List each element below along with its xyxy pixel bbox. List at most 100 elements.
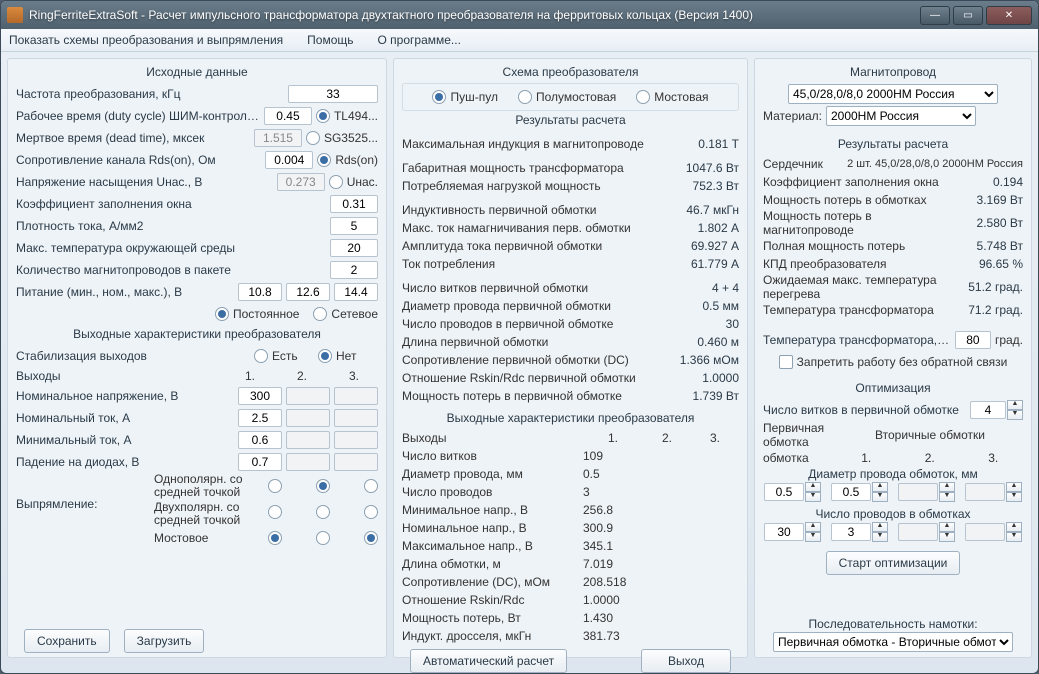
dc-radio[interactable]	[215, 307, 229, 321]
rect1-o2[interactable]	[316, 479, 330, 493]
save-button[interactable]: Сохранить	[24, 629, 110, 653]
dead-input	[254, 129, 302, 147]
pmax-input[interactable]	[334, 283, 378, 301]
temp-input[interactable]	[330, 239, 378, 257]
auto-calc-button[interactable]: Автоматический расчет	[410, 649, 567, 673]
core-results-title: Результаты расчета	[763, 135, 1023, 155]
input-panel: Исходные данные Частота преобразования, …	[7, 58, 387, 658]
rect-label: Выпрямление:	[16, 473, 150, 511]
ac-radio[interactable]	[313, 307, 327, 321]
opt-np2-input[interactable]	[898, 523, 938, 541]
usat-input	[277, 173, 325, 191]
inom2-input[interactable]	[286, 409, 330, 427]
cores-label: Количество магнитопроводов в пакете	[16, 263, 326, 277]
rect1-o3[interactable]	[364, 479, 378, 493]
opt-d0-input[interactable]	[764, 483, 804, 501]
dens-input[interactable]	[330, 217, 378, 235]
rect3-o3[interactable]	[364, 531, 378, 545]
rect3-o2[interactable]	[316, 531, 330, 545]
app-icon	[7, 7, 23, 23]
stab-yes-radio[interactable]	[254, 349, 268, 363]
opt-np3-input[interactable]	[965, 523, 1005, 541]
input-title: Исходные данные	[16, 63, 378, 83]
cores-input[interactable]	[330, 261, 378, 279]
rdson-radio[interactable]	[317, 153, 331, 167]
vnom3-input[interactable]	[334, 387, 378, 405]
opt-np0-input[interactable]	[764, 523, 804, 541]
vd-label: Падение на диодах, В	[16, 455, 234, 469]
vd3-input[interactable]	[334, 453, 378, 471]
inom1-input[interactable]	[238, 409, 282, 427]
tlim-input[interactable]	[955, 331, 991, 349]
opt-np1-input[interactable]	[831, 523, 871, 541]
duty-input[interactable]	[264, 107, 312, 125]
outputs-label: Выходы	[16, 369, 222, 383]
dead-label: Мертвое время (dead time), мксек	[16, 131, 250, 145]
results-title: Результаты расчета	[402, 111, 739, 131]
menu-help[interactable]: Помощь	[307, 33, 353, 47]
seq-select[interactable]: Первичная обмотка - Вторичные обмотки	[773, 632, 1013, 652]
material-select[interactable]: 2000НМ Россия	[826, 106, 976, 126]
pmin-input[interactable]	[238, 283, 282, 301]
rect2-label: Двухполярн. со средней точкой	[154, 501, 264, 527]
rdson-label: Rds(on)	[335, 153, 378, 167]
maximize-button[interactable]: ▭	[953, 6, 983, 25]
ac-label: Сетевое	[331, 307, 378, 321]
opt-d3-input[interactable]	[965, 483, 1005, 501]
tlim-label: Температура трансформатора, не более	[763, 333, 951, 347]
rect2-o1[interactable]	[268, 505, 282, 519]
rect3-o1[interactable]	[268, 531, 282, 545]
material-label: Материал:	[763, 109, 822, 123]
freq-input[interactable]	[288, 85, 378, 103]
opt-prim-label: Первичная обмотка	[763, 421, 833, 449]
tl494-radio[interactable]	[316, 109, 330, 123]
vnom2-input[interactable]	[286, 387, 330, 405]
core-select[interactable]: 45,0/28,0/8,0 2000НМ Россия	[788, 84, 998, 104]
scheme-bridge[interactable]	[636, 90, 650, 104]
opt-np-label: Число проводов в обмотках	[763, 507, 1023, 521]
rect2-o2[interactable]	[316, 505, 330, 519]
core-title: Магнитопровод	[763, 63, 1023, 83]
titlebar: RingFerriteExtraSoft - Расчет импульсног…	[1, 1, 1038, 29]
vnom-label: Номинальное напряжение, В	[16, 389, 234, 403]
spin-down-icon[interactable]: ▼	[1007, 410, 1023, 420]
minimize-button[interactable]: —	[920, 6, 950, 25]
exit-button[interactable]: Выход	[641, 649, 731, 673]
rect2-o3[interactable]	[364, 505, 378, 519]
menu-schemes[interactable]: Показать схемы преобразования и выпрямле…	[9, 33, 283, 47]
sg3525-radio[interactable]	[306, 131, 320, 145]
opt-n1-label: Число витков в первичной обмотке	[763, 403, 966, 417]
opt-d2-input[interactable]	[898, 483, 938, 501]
close-button[interactable]: ✕	[986, 6, 1032, 25]
vd1-input[interactable]	[238, 453, 282, 471]
menubar: Показать схемы преобразования и выпрямле…	[1, 29, 1038, 52]
freq-label: Частота преобразования, кГц	[16, 87, 284, 101]
rect1-o1[interactable]	[268, 479, 282, 493]
imin2-input[interactable]	[286, 431, 330, 449]
opt-d1-input[interactable]	[831, 483, 871, 501]
rect1-label: Однополярн. со средней точкой	[154, 473, 264, 499]
usat-rlabel: Uнас.	[347, 175, 378, 189]
imin1-input[interactable]	[238, 431, 282, 449]
fill-input[interactable]	[330, 195, 378, 213]
rds-input[interactable]	[265, 151, 313, 169]
pnom-input[interactable]	[286, 283, 330, 301]
scheme-halfbridge[interactable]	[518, 90, 532, 104]
dc-label: Постоянное	[233, 307, 299, 321]
imin3-input[interactable]	[334, 431, 378, 449]
opt-n1-input[interactable]	[970, 401, 1006, 419]
scheme-pushpull[interactable]	[432, 90, 446, 104]
start-opt-button[interactable]: Старт оптимизации	[826, 551, 961, 575]
menu-about[interactable]: О программе...	[378, 33, 461, 47]
load-button[interactable]: Загрузить	[124, 629, 205, 653]
stab-no-radio[interactable]	[318, 349, 332, 363]
spin-up-icon[interactable]: ▲	[1007, 400, 1023, 410]
usat-radio[interactable]	[329, 175, 343, 189]
vnom1-input[interactable]	[238, 387, 282, 405]
inom3-input[interactable]	[334, 409, 378, 427]
scheme-title: Схема преобразователя	[402, 63, 739, 83]
duty-label: Рабочее время (duty cycle) ШИМ-контролле…	[16, 109, 260, 123]
temp-label: Макс. температура окружающей среды	[16, 241, 326, 255]
vd2-input[interactable]	[286, 453, 330, 471]
no-feedback-check[interactable]	[779, 355, 793, 369]
